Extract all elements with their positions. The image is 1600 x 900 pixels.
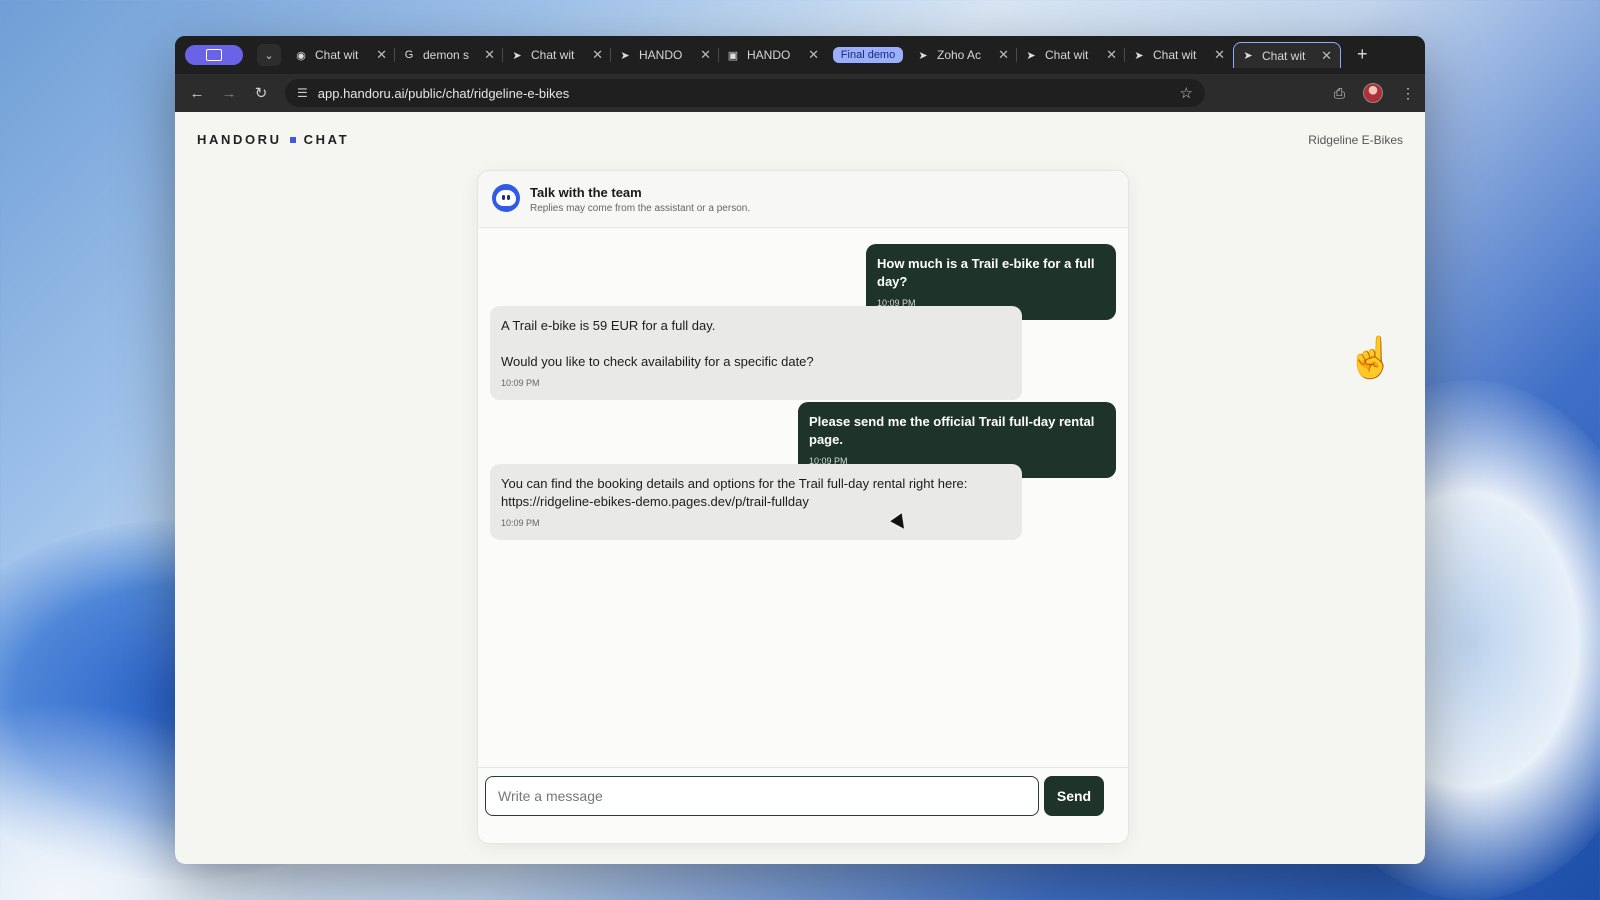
bot-avatar-icon (492, 184, 520, 212)
tab-title: Chat wit (1153, 48, 1197, 62)
message-text: A Trail e-bike is 59 EUR for a full day.… (501, 318, 814, 369)
close-icon[interactable]: ✕ (1321, 48, 1332, 64)
message-time: 10:09 PM (501, 378, 540, 388)
url-text: app.handoru.ai/public/chat/ridgeline-e-b… (317, 85, 570, 101)
profile-avatar[interactable] (1363, 83, 1383, 103)
chevron-down-icon: ⌄ (264, 49, 274, 62)
profile-pill[interactable] (185, 45, 243, 65)
tab-group-chip[interactable]: Final demo (827, 42, 909, 68)
message-input[interactable] (485, 776, 1039, 816)
message-list: How much is a Trail e-bike for a full da… (478, 228, 1128, 758)
tab-title: HANDO (747, 48, 791, 62)
address-bar[interactable]: ☰ app.handoru.ai/public/chat/ridgeline-e… (285, 79, 1205, 107)
tab-search-button[interactable]: ⌄ (257, 44, 281, 66)
brand-left: HANDORU (197, 132, 282, 147)
reload-button[interactable]: ↻ (245, 84, 277, 102)
tab[interactable]: ➤ Chat wit ✕ (503, 42, 611, 68)
hand-cursor-icon: ☝ (1346, 336, 1396, 380)
tab-title: Chat wit (1045, 48, 1089, 62)
close-icon[interactable]: ✕ (808, 47, 819, 63)
handoru-favicon-icon: ▣ (727, 49, 739, 62)
tab-active[interactable]: ➤ Chat wit ✕ (1233, 42, 1341, 68)
bot-face (496, 190, 516, 206)
pointer-favicon-icon: ➤ (1134, 49, 1144, 62)
new-tab-button[interactable]: + (1357, 44, 1368, 65)
pointer-favicon-icon: ➤ (918, 49, 928, 62)
forward-button[interactable]: → (213, 85, 245, 102)
tab-title: Chat wit (315, 48, 359, 62)
chat-widget: Talk with the team Replies may come from… (477, 170, 1129, 844)
window-icon (206, 49, 222, 61)
message-text: How much is a Trail e-bike for a full da… (877, 256, 1095, 289)
browser-toolbar: ← → ↻ ☰ app.handoru.ai/public/chat/ridge… (175, 74, 1425, 112)
tab[interactable]: Gdemon s ✕ (395, 42, 503, 68)
tab-title: Zoho Ac (937, 48, 982, 62)
chat-subtitle: Replies may come from the assistant or a… (530, 203, 751, 214)
close-icon[interactable]: ✕ (998, 47, 1009, 63)
tab[interactable]: ➤ Chat wit ✕ (1017, 42, 1125, 68)
tab[interactable]: ➤ Zoho Ac ✕ (909, 42, 1017, 68)
message-composer: Send (478, 767, 1128, 843)
tab[interactable]: ➤ HANDO ✕ (611, 42, 719, 68)
back-button[interactable]: ← (181, 85, 213, 102)
brand-logo: HANDORU CHAT (197, 132, 349, 147)
message-text: Please send me the official Trail full-d… (809, 414, 1095, 447)
toolbar-right: ⎙ ⋮ (1334, 83, 1415, 103)
tab-strip: ◉ Chat wit ✕ Gdemon s ✕ ➤ Chat wit ✕ ➤ HANDO ✕ … (287, 42, 1341, 70)
tab-title: HANDO (639, 48, 683, 62)
message-bot: You can find the booking details and opt… (490, 464, 1022, 540)
extensions-icon[interactable]: ⎙ (1334, 85, 1345, 102)
close-icon[interactable]: ✕ (592, 47, 603, 63)
close-icon[interactable]: ✕ (1214, 47, 1225, 63)
tab-title: Chat wit (531, 48, 575, 62)
browser-window: ⌄ ◉ Chat wit ✕ Gdemon s ✕ ➤ Chat wit ✕ ➤ HANDO… (175, 36, 1425, 864)
chat-title: Talk with the team (530, 185, 642, 200)
close-icon[interactable]: ✕ (376, 47, 387, 63)
brand-right: CHAT (303, 132, 350, 147)
tab-bar: ⌄ ◉ Chat wit ✕ Gdemon s ✕ ➤ Chat wit ✕ ➤ HANDO… (175, 36, 1425, 74)
google-favicon-icon: G (404, 49, 414, 61)
message-text[interactable]: You can find the booking details and opt… (501, 475, 1011, 511)
message-bot: A Trail e-bike is 59 EUR for a full day.… (490, 306, 1022, 400)
pointer-favicon-icon: ➤ (512, 49, 522, 62)
site-settings-icon[interactable]: ☰ (297, 86, 308, 100)
tab-title: Chat wit (1262, 48, 1306, 63)
pointer-favicon-icon: ➤ (1026, 49, 1036, 62)
company-name: Ridgeline E-Bikes (1308, 133, 1403, 147)
send-button[interactable]: Send (1044, 776, 1104, 816)
tab[interactable]: ◉ Chat wit ✕ (287, 42, 395, 68)
page-viewport: HANDORU CHAT Ridgeline E-Bikes Talk with… (175, 112, 1425, 864)
close-icon[interactable]: ✕ (484, 47, 495, 63)
tab[interactable]: ▣ HANDO ✕ (719, 42, 827, 68)
pointer-favicon-icon: ➤ (620, 49, 630, 62)
brand-dot (289, 136, 296, 143)
tab-group-label: Final demo (832, 47, 904, 63)
close-icon[interactable]: ✕ (700, 47, 711, 63)
tab-title: demon s (423, 48, 470, 62)
bookmark-star-icon[interactable]: ☆ (1180, 84, 1193, 102)
chat-header: Talk with the team Replies may come from… (478, 171, 1128, 228)
tab[interactable]: ➤ Chat wit ✕ (1125, 42, 1233, 68)
plus-icon: + (1357, 44, 1368, 64)
pointer-favicon-icon: ➤ (1243, 50, 1253, 62)
close-icon[interactable]: ✕ (1106, 47, 1117, 63)
message-time: 10:09 PM (501, 518, 540, 528)
bot-favicon-icon: ◉ (296, 49, 306, 62)
more-menu-icon[interactable]: ⋮ (1401, 85, 1415, 102)
